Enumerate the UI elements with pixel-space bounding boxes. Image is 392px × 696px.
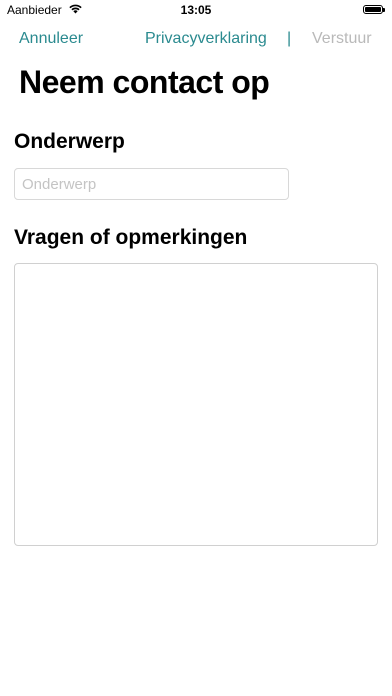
subject-input[interactable] xyxy=(14,168,289,200)
status-bar: Aanbieder 13:05 xyxy=(0,0,392,22)
privacy-statement-link[interactable]: Privacyverklaring xyxy=(145,30,267,48)
battery-icon xyxy=(363,5,385,14)
navigation-bar: Annuleer Privacyverklaring | Verstuur xyxy=(0,30,392,52)
remarks-textarea[interactable] xyxy=(14,263,378,546)
status-clock: 13:05 xyxy=(180,3,212,17)
battery-nub xyxy=(383,8,385,12)
send-button[interactable]: Verstuur xyxy=(312,30,372,48)
cancel-button[interactable]: Annuleer xyxy=(19,30,83,48)
remarks-label: Vragen of opmerkingen xyxy=(14,226,248,249)
page-title: Neem contact op xyxy=(19,64,270,100)
battery-fill xyxy=(365,7,381,12)
nav-separator: | xyxy=(287,30,292,47)
subject-label: Onderwerp xyxy=(14,130,125,153)
